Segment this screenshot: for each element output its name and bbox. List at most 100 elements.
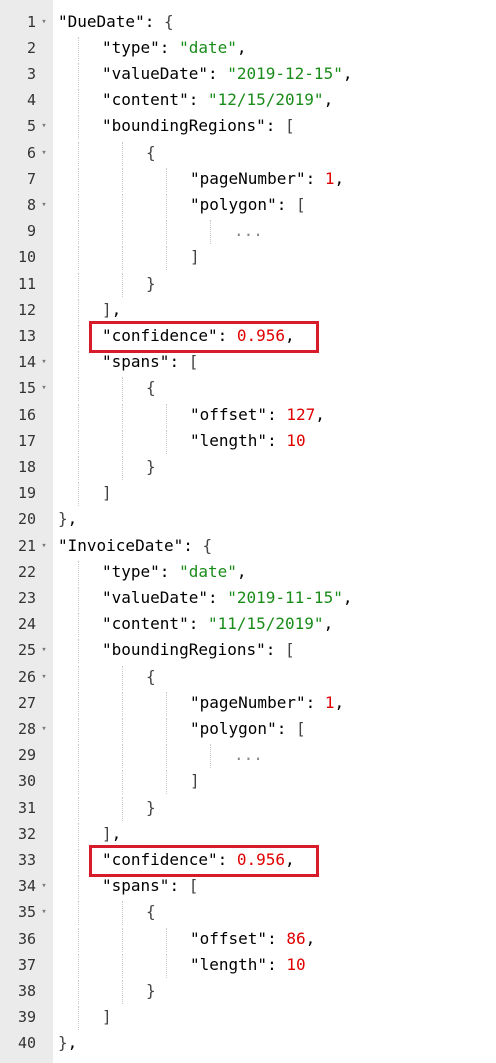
json-punctuation: , (323, 614, 334, 634)
code-text: } (146, 454, 156, 480)
confidence-highlight-box (89, 320, 319, 354)
code-text: "DueDate": { (58, 9, 174, 35)
line-number: 22 (17, 562, 36, 581)
json-key: "offset" (190, 928, 268, 948)
code-text: ], (102, 821, 121, 847)
json-punctuation: : (305, 692, 325, 712)
code-text: } (146, 978, 156, 1004)
fold-toggle-icon[interactable]: ▾ (39, 873, 49, 899)
code-text: ] (102, 480, 112, 506)
json-number-value: 127 (286, 404, 316, 424)
json-bracket: } (146, 980, 156, 1000)
code-line: 31} (0, 795, 496, 821)
json-key: "content" (102, 614, 189, 634)
code-text: "content": "11/15/2019", (102, 611, 333, 637)
line-number: 3 (26, 64, 36, 83)
json-punctuation: : (188, 614, 208, 634)
code-line: 7 "pageNumber": 1, (0, 166, 496, 192)
json-string-value: "12/15/2019" (207, 90, 324, 110)
code-line: 9... (0, 218, 496, 244)
code-line: 40}, (0, 1030, 496, 1056)
fold-toggle-icon[interactable]: ▾ (39, 192, 49, 218)
json-code-viewer[interactable]: 1 ▾ "DueDate": {2 "type": "date", 3 "valueDat… (0, 0, 496, 1063)
code-text: "InvoiceDate": { (58, 533, 212, 559)
code-text: "type": "date", (102, 559, 247, 585)
code-line: 11} (0, 271, 496, 297)
code-line: 22 "type": "date", (0, 559, 496, 585)
code-line: 12], (0, 297, 496, 323)
fold-toggle-icon[interactable]: ▾ (39, 899, 49, 925)
json-key: "type" (102, 37, 160, 57)
json-bracket: { (146, 142, 156, 162)
json-string-value: "11/15/2019" (207, 614, 324, 634)
code-line: 10] (0, 244, 496, 270)
fold-toggle-icon[interactable]: ▾ (39, 637, 49, 663)
fold-toggle-icon[interactable]: ▾ (39, 349, 49, 375)
code-line: 6 ▾ { (0, 140, 496, 166)
code-text: "valueDate": "2019-11-15", (102, 585, 352, 611)
code-text: "valueDate": "2019-12-15", (102, 61, 352, 87)
line-number: 2 (26, 38, 36, 57)
code-line: 8 ▾ "polygon": [ (0, 192, 496, 218)
code-line: 3 "valueDate": "2019-12-15", (0, 61, 496, 87)
line-number: 19 (17, 484, 36, 503)
fold-toggle-icon[interactable]: ▾ (39, 113, 49, 139)
json-number-value: 86 (286, 928, 306, 948)
line-number: 6 (26, 143, 36, 162)
json-string-value: "date" (179, 37, 237, 57)
fold-toggle-icon[interactable]: ▾ (39, 664, 49, 690)
code-line: 18} (0, 454, 496, 480)
json-punctuation: , (111, 299, 122, 319)
line-number: 39 (17, 1008, 36, 1027)
json-bracket: ] (102, 299, 112, 319)
json-bracket: } (146, 797, 156, 817)
json-punctuation: , (323, 90, 334, 110)
json-punctuation: , (236, 561, 247, 581)
json-punctuation: , (67, 1033, 78, 1053)
json-bracket: { (146, 378, 156, 398)
json-key: "length" (190, 430, 268, 450)
code-line: 32], (0, 821, 496, 847)
json-key: "boundingRegions" (102, 640, 266, 660)
json-bracket: [ (188, 876, 199, 896)
fold-toggle-icon[interactable]: ▾ (39, 9, 49, 35)
line-number: 5 (26, 117, 36, 136)
line-number: 1 (26, 12, 36, 31)
code-text: "pageNumber": 1, (190, 690, 344, 716)
json-bracket: ] (102, 483, 112, 503)
json-punctuation: : (265, 116, 286, 136)
json-punctuation: : (159, 561, 180, 581)
line-number: 11 (17, 274, 36, 293)
fold-toggle-icon[interactable]: ▾ (39, 533, 49, 559)
fold-toggle-icon[interactable]: ▾ (39, 140, 49, 166)
code-text: "content": "12/15/2019", (102, 87, 333, 113)
line-number: 16 (17, 405, 36, 424)
json-key: "pageNumber" (190, 692, 306, 712)
code-text: { (146, 664, 156, 690)
code-text: "pageNumber": 1, (190, 166, 344, 192)
json-key: "DueDate" (58, 11, 145, 31)
line-number: 14 (17, 353, 36, 372)
json-bracket: } (146, 273, 156, 293)
json-string-value: "2019-11-15" (227, 587, 343, 607)
line-number: 35 (17, 903, 36, 922)
line-number: 30 (17, 772, 36, 791)
json-key: "pageNumber" (190, 168, 306, 188)
json-bracket: [ (285, 116, 295, 136)
json-bracket: { (146, 666, 156, 686)
code-text: "offset": 127, (190, 402, 325, 428)
line-number: 38 (17, 981, 36, 1000)
json-punctuation: : (276, 194, 296, 214)
json-number-value: 10 (286, 430, 306, 450)
code-line: 28 ▾ "polygon": [ (0, 716, 496, 742)
fold-toggle-icon[interactable]: ▾ (39, 375, 49, 401)
json-string-value: "date" (179, 561, 237, 581)
json-key: "spans" (102, 876, 170, 896)
line-number: 34 (17, 877, 36, 896)
json-punctuation: : (267, 928, 287, 948)
json-punctuation: , (236, 37, 247, 57)
fold-toggle-icon[interactable]: ▾ (39, 716, 49, 742)
json-punctuation: , (315, 404, 325, 424)
code-line: 4 "content": "12/15/2019", (0, 87, 496, 113)
json-bracket: ] (102, 1007, 112, 1027)
